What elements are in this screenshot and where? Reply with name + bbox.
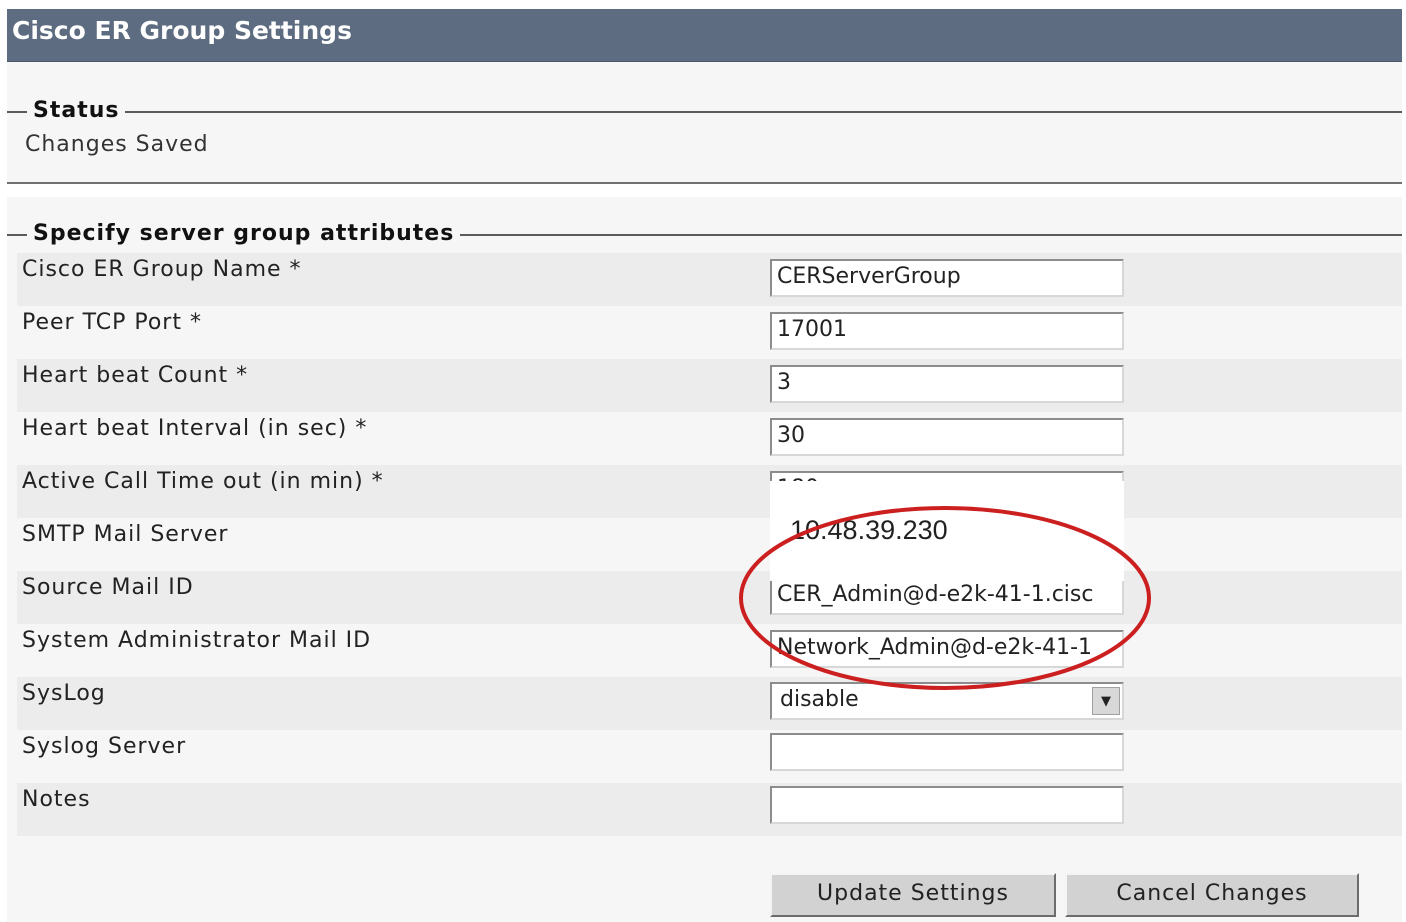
- red-highlight-ellipse: [739, 506, 1151, 690]
- update-settings-button[interactable]: Update Settings: [770, 873, 1056, 917]
- annotation-overlay: [739, 506, 1151, 690]
- cancel-changes-button[interactable]: Cancel Changes: [1065, 873, 1359, 917]
